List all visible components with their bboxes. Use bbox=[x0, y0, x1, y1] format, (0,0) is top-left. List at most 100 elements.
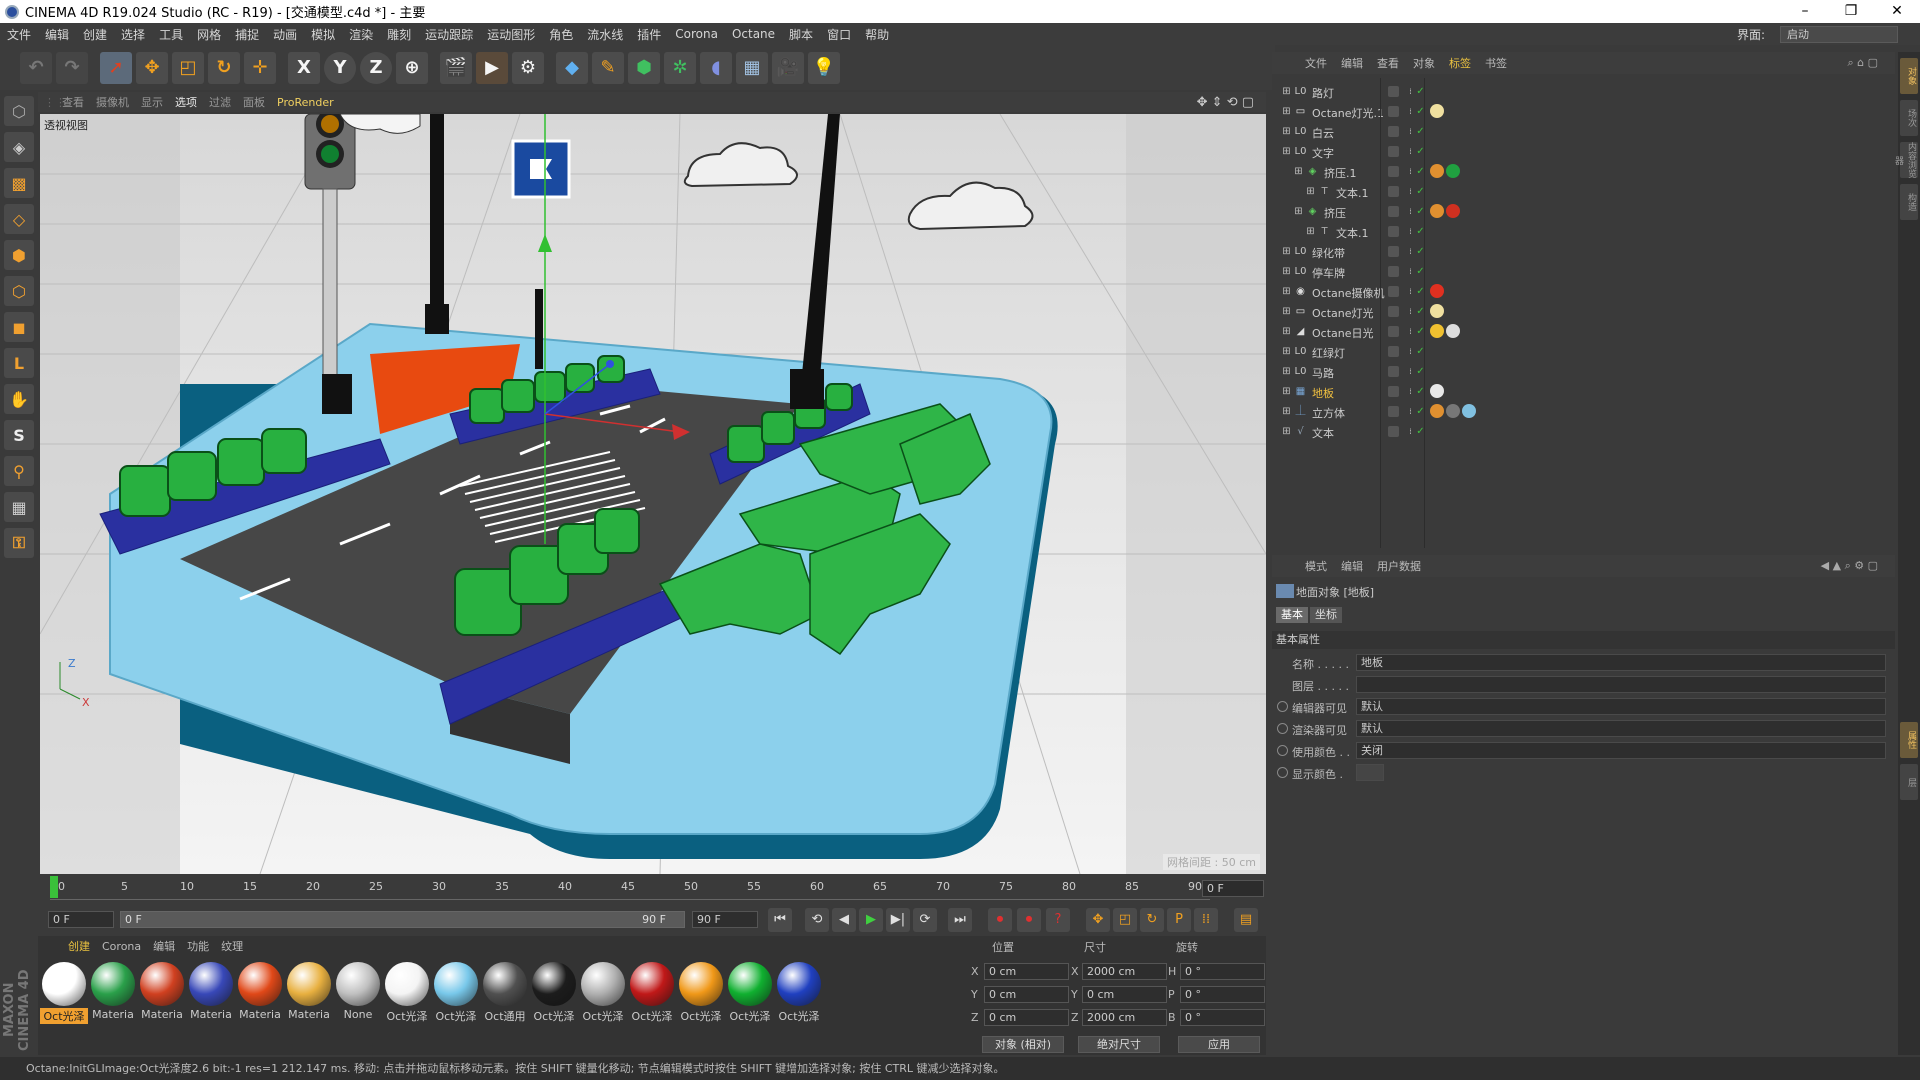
enabled-check-icon[interactable]: ✓ bbox=[1414, 265, 1427, 278]
expand-icon[interactable]: ⊞ bbox=[1280, 105, 1293, 118]
tab-structure[interactable]: 构造 bbox=[1900, 184, 1918, 220]
menu-simulate[interactable]: 模拟 bbox=[304, 26, 342, 43]
object-row[interactable]: ⊞ L0 白云 ⁞ ✓ bbox=[1272, 122, 1895, 142]
object-row[interactable]: ⊞ ▭ Octane灯光 ⁞ ✓ bbox=[1272, 302, 1895, 322]
attribute-value-field[interactable]: 关闭 bbox=[1356, 742, 1886, 759]
object-tag-icon[interactable] bbox=[1446, 204, 1460, 218]
deformer-icon[interactable]: ◖ bbox=[700, 51, 732, 84]
key-rotation-icon[interactable]: ↻ bbox=[1140, 908, 1164, 932]
expand-icon[interactable]: ⊞ bbox=[1280, 145, 1293, 158]
enabled-check-icon[interactable]: ✓ bbox=[1414, 385, 1427, 398]
menu-sculpt[interactable]: 雕刻 bbox=[380, 26, 418, 43]
enabled-check-icon[interactable]: ✓ bbox=[1414, 405, 1427, 418]
object-row[interactable]: ⊞ T 文本.1 ⁞ ✓ bbox=[1272, 182, 1895, 202]
end-frame-field[interactable]: 90 F bbox=[692, 911, 758, 928]
material-swatch[interactable]: Oct光泽 bbox=[775, 962, 823, 1024]
object-row[interactable]: ⊞ ◢ Octane日光 ⁞ ✓ bbox=[1272, 322, 1895, 342]
layer-color-icon[interactable] bbox=[1388, 306, 1399, 317]
viewport-menu-filter[interactable]: 过滤 bbox=[203, 94, 237, 110]
attr-menu-userdata[interactable]: 用户数据 bbox=[1370, 558, 1428, 574]
object-menu-tags[interactable]: 标签 bbox=[1442, 55, 1478, 71]
edges-mode-icon[interactable]: ⬡ bbox=[4, 276, 34, 306]
position-x-field[interactable]: 0 cm bbox=[984, 963, 1069, 980]
object-row[interactable]: ⊞ ◈ 挤压 ⁞ ✓ bbox=[1272, 202, 1895, 222]
menu-pipeline[interactable]: 流水线 bbox=[580, 26, 630, 43]
object-row[interactable]: ⊞ ▭ Octane灯光.1 ⁞ ✓ bbox=[1272, 102, 1895, 122]
object-row[interactable]: ⊞ √ 文本 ⁞ ✓ bbox=[1272, 422, 1895, 442]
menu-select[interactable]: 选择 bbox=[114, 26, 152, 43]
object-tag-icon[interactable] bbox=[1462, 404, 1476, 418]
menu-tools[interactable]: 工具 bbox=[152, 26, 190, 43]
start-frame-field[interactable]: 0 F bbox=[48, 911, 114, 928]
light-icon[interactable]: 💡 bbox=[808, 51, 840, 84]
layer-color-icon[interactable] bbox=[1388, 386, 1399, 397]
world-coord-icon[interactable]: ⊕ bbox=[396, 51, 428, 84]
autokey-icon[interactable]: ⏺ bbox=[1017, 908, 1041, 932]
animate-radio-icon[interactable] bbox=[1277, 723, 1288, 734]
menu-character[interactable]: 角色 bbox=[542, 26, 580, 43]
expand-icon[interactable]: ⊞ bbox=[1280, 305, 1293, 318]
viewport-nav-icons[interactable]: ✥ ⇕ ⟲ ▢ bbox=[1191, 95, 1260, 110]
layer-color-icon[interactable] bbox=[1388, 406, 1399, 417]
material-swatch[interactable]: Oct光泽 bbox=[40, 962, 88, 1024]
render-settings-icon[interactable]: ⚙ bbox=[512, 51, 544, 84]
material-swatch[interactable]: Materia bbox=[285, 962, 333, 1024]
record-active-icon[interactable]: ⏺ bbox=[988, 908, 1012, 932]
expand-icon[interactable]: ⊞ bbox=[1280, 345, 1293, 358]
coord-mode-dropdown[interactable]: 对象 (相对) bbox=[982, 1036, 1064, 1053]
object-row[interactable]: ⊞ L0 马路 ⁞ ✓ bbox=[1272, 362, 1895, 382]
object-tag-icon[interactable] bbox=[1446, 404, 1460, 418]
texture-mode-icon[interactable]: ▩ bbox=[4, 168, 34, 198]
enabled-check-icon[interactable]: ✓ bbox=[1414, 165, 1427, 178]
layout-dropdown[interactable]: 启动 bbox=[1780, 25, 1898, 43]
apply-button[interactable]: 应用 bbox=[1178, 1036, 1260, 1053]
viewport-menu-options[interactable]: 选项 bbox=[169, 94, 203, 110]
timeline-ruler[interactable]: 0 5 10 15 20 25 30 35 40 45 50 55 60 65 … bbox=[50, 878, 1210, 900]
enabled-check-icon[interactable]: ✓ bbox=[1414, 345, 1427, 358]
expand-icon[interactable]: ⊞ bbox=[1280, 385, 1293, 398]
attr-menu-edit[interactable]: 编辑 bbox=[1334, 558, 1370, 574]
object-tag-icon[interactable] bbox=[1430, 104, 1444, 118]
object-tag-icon[interactable] bbox=[1430, 304, 1444, 318]
axis-mode-icon[interactable]: L bbox=[4, 348, 34, 378]
size-x-field[interactable]: 2000 cm bbox=[1082, 963, 1167, 980]
lock-workplane-icon[interactable]: ▦ bbox=[4, 492, 34, 522]
menu-render[interactable]: 渲染 bbox=[342, 26, 380, 43]
points-mode-icon[interactable]: ⬢ bbox=[4, 240, 34, 270]
perspective-viewport[interactable]: Z X 透视视图 网格间距 : 50 cm bbox=[40, 114, 1266, 874]
object-row[interactable]: ⊞ L0 红绿灯 ⁞ ✓ bbox=[1272, 342, 1895, 362]
material-swatch[interactable]: Oct光泽 bbox=[432, 962, 480, 1024]
expand-icon[interactable]: ⊞ bbox=[1304, 185, 1317, 198]
object-row[interactable]: ⊞ L0 路灯 ⁞ ✓ bbox=[1272, 82, 1895, 102]
go-to-end-button[interactable]: ⏭ bbox=[948, 908, 972, 932]
object-row[interactable]: ⊞ ⏊ 立方体 ⁞ ✓ bbox=[1272, 402, 1895, 422]
material-swatch[interactable]: Oct通用 bbox=[481, 962, 529, 1024]
menu-mograph[interactable]: 运动图形 bbox=[480, 26, 542, 43]
object-tag-icon[interactable] bbox=[1430, 284, 1444, 298]
object-tag-icon[interactable] bbox=[1430, 404, 1444, 418]
viewport-menu-prorender[interactable]: ProRender bbox=[271, 96, 340, 109]
enabled-check-icon[interactable]: ✓ bbox=[1414, 125, 1427, 138]
layer-color-icon[interactable] bbox=[1388, 266, 1399, 277]
close-button[interactable]: ✕ bbox=[1874, 0, 1920, 23]
menu-create[interactable]: 创建 bbox=[76, 26, 114, 43]
layer-color-icon[interactable] bbox=[1388, 106, 1399, 117]
menu-motion-tracking[interactable]: 运动跟踪 bbox=[418, 26, 480, 43]
expand-icon[interactable]: ⊞ bbox=[1280, 85, 1293, 98]
next-key-button[interactable]: ⟳ bbox=[913, 908, 937, 932]
attribute-value-field[interactable]: 默认 bbox=[1356, 720, 1886, 737]
menu-script[interactable]: 脚本 bbox=[782, 26, 820, 43]
z-axis-icon[interactable]: Z bbox=[360, 51, 392, 84]
enabled-check-icon[interactable]: ✓ bbox=[1414, 105, 1427, 118]
object-menu-objects[interactable]: 对象 bbox=[1406, 55, 1442, 71]
size-y-field[interactable]: 0 cm bbox=[1082, 986, 1167, 1003]
transform-icon[interactable]: ✛ bbox=[244, 51, 276, 84]
tab-basic[interactable]: 基本 bbox=[1276, 607, 1308, 623]
expand-icon[interactable]: ⊞ bbox=[1280, 265, 1293, 278]
previous-frame-button[interactable]: ◀ bbox=[832, 908, 856, 932]
model-mode-icon[interactable]: ◈ bbox=[4, 132, 34, 162]
attribute-value-field[interactable] bbox=[1356, 676, 1886, 693]
enabled-check-icon[interactable]: ✓ bbox=[1414, 365, 1427, 378]
expand-icon[interactable]: ⊞ bbox=[1280, 245, 1293, 258]
tab-content-browser[interactable]: 内容浏览器 bbox=[1893, 142, 1918, 178]
